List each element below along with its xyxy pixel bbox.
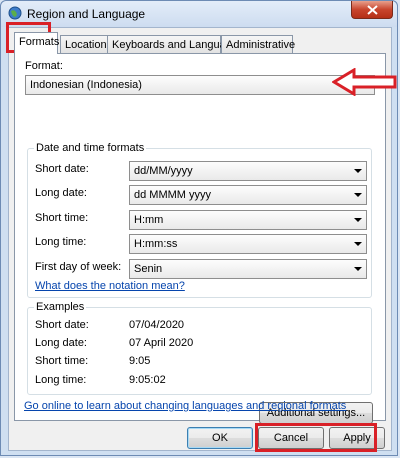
example-short-time-value: 9:05	[129, 355, 151, 367]
chevron-down-icon	[354, 169, 362, 173]
long-date-label: Long date:	[35, 187, 87, 199]
short-date-label: Short date:	[35, 163, 89, 175]
first-day-of-week-dropdown[interactable]: Senin	[129, 259, 367, 279]
long-time-label: Long time:	[35, 236, 87, 248]
example-long-time-label: Long time:	[35, 374, 87, 386]
apply-button[interactable]: Apply	[329, 427, 385, 449]
format-label: Format:	[25, 60, 63, 72]
long-time-value: H:mm:ss	[134, 238, 178, 250]
example-long-date-label: Long date:	[35, 337, 87, 349]
example-short-date-label: Short date:	[35, 319, 89, 331]
example-short-time-label: Short time:	[35, 355, 89, 367]
tab-keyboards-languages[interactable]: Keyboards and Languages	[107, 35, 244, 53]
cancel-button[interactable]: Cancel	[258, 427, 324, 449]
first-day-of-week-label: First day of week:	[35, 261, 122, 273]
close-button[interactable]	[351, 1, 393, 19]
window-title: Region and Language	[27, 7, 146, 21]
example-long-date-value: 07 April 2020	[129, 337, 194, 349]
long-time-dropdown[interactable]: H:mm:ss	[129, 234, 367, 254]
chevron-down-icon	[354, 218, 362, 222]
short-date-value: dd/MM/yyyy	[134, 165, 193, 177]
format-value: Indonesian (Indonesia)	[30, 79, 142, 91]
examples-title: Examples	[34, 301, 87, 313]
close-icon	[367, 5, 378, 15]
short-time-dropdown[interactable]: H:mm	[129, 210, 367, 230]
chevron-down-icon	[354, 267, 362, 271]
example-long-time-value: 9:05:02	[129, 374, 166, 386]
first-day-of-week-value: Senin	[134, 263, 163, 275]
date-time-formats-title: Date and time formats	[34, 142, 147, 154]
tab-administrative[interactable]: Administrative	[221, 35, 295, 53]
short-date-dropdown[interactable]: dd/MM/yyyy	[129, 161, 367, 181]
tab-formats[interactable]: Formats	[14, 32, 59, 54]
red-arrow-icon	[332, 68, 397, 96]
globe-icon	[8, 6, 22, 20]
example-short-date-value: 07/04/2020	[129, 319, 185, 331]
short-time-label: Short time:	[35, 212, 89, 224]
online-help-link[interactable]: Go online to learn about changing langua…	[24, 400, 346, 412]
format-dropdown[interactable]: Indonesian (Indonesia)	[25, 75, 375, 95]
ok-button[interactable]: OK	[187, 427, 253, 449]
title-bar[interactable]: Region and Language	[1, 1, 397, 27]
tab-location[interactable]: Location	[60, 35, 108, 53]
long-date-dropdown[interactable]: dd MMMM yyyy	[129, 185, 367, 205]
long-date-value: dd MMMM yyyy	[134, 189, 211, 201]
chevron-down-icon	[354, 193, 362, 197]
formats-panel: Format: Indonesian (Indonesia) Date and …	[14, 53, 386, 424]
notation-help-link[interactable]: What does the notation mean?	[35, 280, 185, 292]
short-time-value: H:mm	[134, 214, 164, 226]
chevron-down-icon	[354, 242, 362, 246]
